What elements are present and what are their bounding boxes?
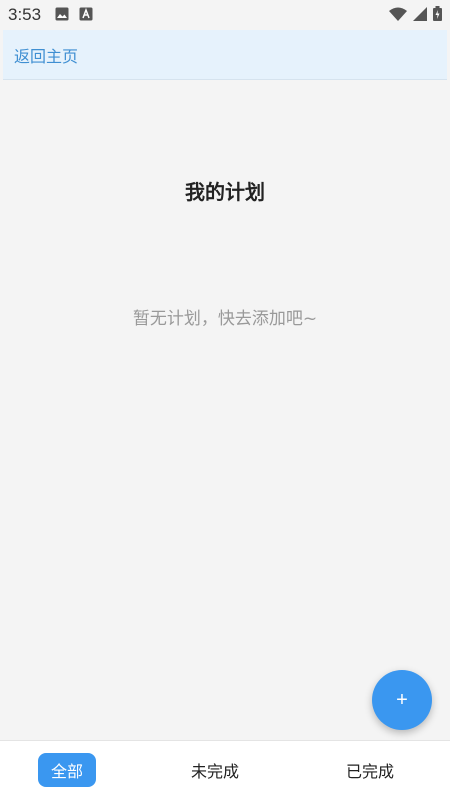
app-icon <box>79 6 93 25</box>
tab-all[interactable]: 全部 <box>38 753 96 787</box>
plus-icon: + <box>396 688 408 711</box>
signal-icon <box>413 6 427 25</box>
empty-state-message: 暂无计划，快去添加吧~ <box>132 309 318 329</box>
battery-icon <box>433 5 442 25</box>
page-title: 我的计划 <box>185 180 265 204</box>
back-home-link[interactable]: 返回主页 <box>14 43 78 67</box>
header-bar: 返回主页 <box>3 30 447 80</box>
bottom-tab-bar: 全部 未完成 已完成 <box>0 740 450 800</box>
add-plan-button[interactable]: + <box>372 670 432 730</box>
status-time: 3:53 <box>8 5 42 24</box>
tab-completed[interactable]: 已完成 <box>335 753 405 787</box>
image-icon <box>55 6 69 25</box>
status-bar: 3:53 <box>0 0 450 30</box>
wifi-icon <box>389 6 407 25</box>
status-icons <box>389 5 442 25</box>
tab-pending[interactable]: 未完成 <box>180 753 250 787</box>
